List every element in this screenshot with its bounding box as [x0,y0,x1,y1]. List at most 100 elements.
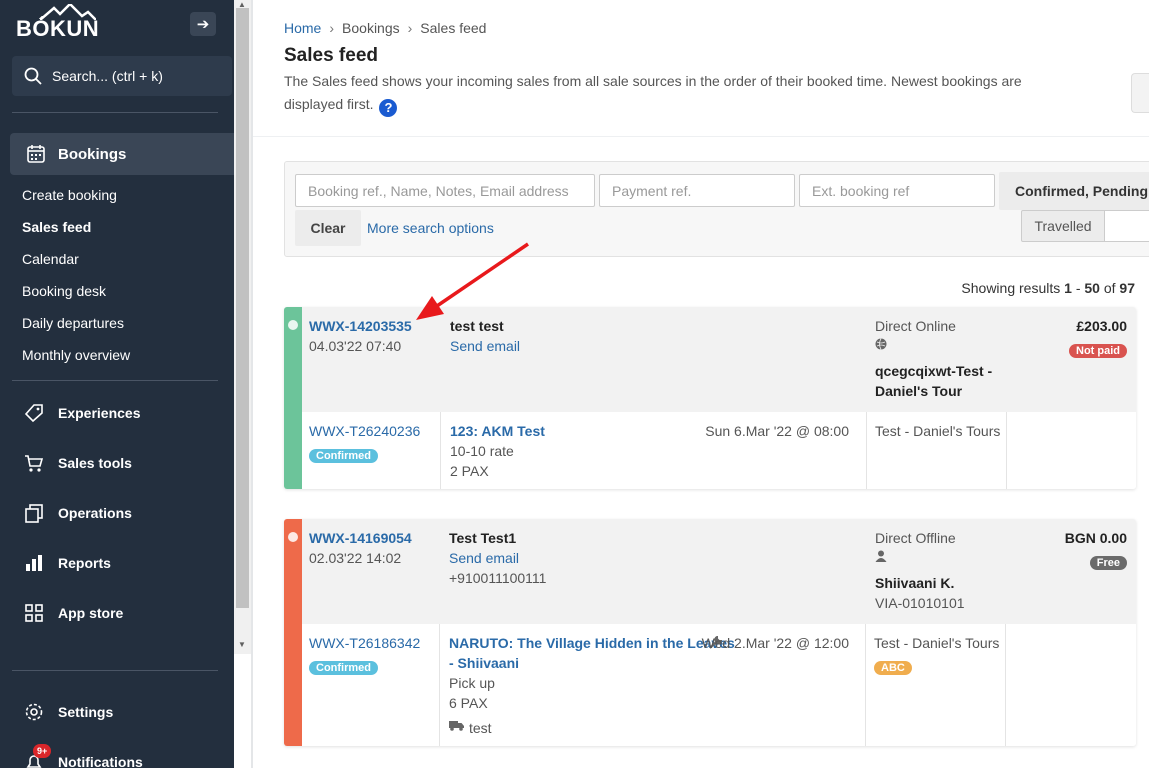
truck-icon [449,721,464,731]
booking-summary: WWX-14203535 04.03'22 07:40 test test Se… [302,307,1136,412]
scrollbar-thumb[interactable] [236,8,249,608]
booking-date: 04.03'22 07:40 [309,338,402,354]
divider [12,670,218,671]
send-email-link[interactable]: Send email [450,338,520,354]
pax-count: 6 PAX [449,695,488,711]
nav-item-experiences[interactable]: Experiences [24,403,141,423]
item-status-badge: Confirmed [309,449,378,463]
supplier-name: Test - Daniel's Tours [875,423,1001,439]
sidebar-item-sales-feed[interactable]: Sales feed [22,219,91,235]
results-count: Showing results 1 - 50 of 97 [961,280,1135,296]
sidebar-item-daily-departures[interactable]: Daily departures [22,315,124,331]
user-status-icon [288,532,298,542]
nav-item-label: Reports [58,555,111,571]
product-link-line2[interactable]: - Shiivaani [449,655,519,671]
booking-status-stripe [284,519,302,746]
breadcrumb-separator: › [329,20,335,36]
item-status-badge: Confirmed [309,661,378,675]
breadcrumb-home[interactable]: Home [284,20,321,36]
collapse-sidebar-button[interactable]: ➔ [190,12,216,36]
nav-item-app-store[interactable]: App store [24,603,123,623]
results-of: of [1103,280,1116,296]
nav-item-label: Experiences [58,405,141,421]
filter-panel: Booking ref., Name, Notes, Email address… [284,161,1149,257]
nav-item-bookings[interactable]: Bookings [10,133,234,175]
pickup-label: Pick up [449,675,495,691]
booking-summary: WWX-14169054 02.03'22 14:02 Test Test1 S… [302,519,1136,624]
notifications-badge: 9+ [33,744,52,758]
nav-item-reports[interactable]: Reports [24,553,111,573]
page-description: The Sales feed shows your incoming sales… [284,70,1044,117]
divider [12,380,218,381]
breadcrumb-separator: › [407,20,413,36]
seller-name-line1: qcegcqixwt-Test - [875,363,993,379]
item-ref-link[interactable]: WWX-T26240236 [309,423,420,439]
nav-item-settings[interactable]: Settings [24,702,113,722]
breadcrumb: Home › Bookings › Sales feed [284,20,486,36]
customer-name: test test [450,318,504,334]
breadcrumb-current: Sales feed [420,20,487,36]
item-ref-link[interactable]: WWX-T26186342 [309,635,420,651]
sale-channel: Direct Online [875,318,956,334]
arrow-right-icon: ➔ [196,16,210,33]
sidebar-item-calendar[interactable]: Calendar [22,251,79,267]
sidebar-item-create-booking[interactable]: Create booking [22,187,117,203]
sale-channel: Direct Offline [875,530,956,546]
breadcrumb-bookings[interactable]: Bookings [342,20,400,36]
nav-item-label: Operations [58,505,132,521]
travelled-filter-button[interactable]: Travelled [1021,210,1105,242]
send-email-link[interactable]: Send email [449,550,519,566]
sidebar-scrollbar[interactable]: ▲ ▼ [234,0,251,654]
payment-status-badge: Not paid [1069,344,1127,358]
gear-icon [25,703,43,721]
status-filter-dropdown[interactable]: Confirmed, Pending [999,172,1149,210]
booking-price: £203.00 [1076,318,1127,334]
results-to: 50 [1084,280,1100,296]
web-status-icon [288,320,298,330]
results-from: 1 [1064,280,1072,296]
column-divider [440,412,441,489]
results-total: 97 [1119,280,1135,296]
booking-item-row: WWX-T26240236 Confirmed 123: AKM Test Su… [302,412,1136,489]
page-title: Sales feed [284,45,378,66]
seller-name-line2: Daniel's Tour [875,383,963,399]
nav-item-sales-tools[interactable]: Sales tools [24,453,132,473]
search-icon [24,67,42,85]
payment-status-badge: Free [1089,556,1127,570]
copy-icon [25,504,43,523]
header-action-button[interactable] [1131,73,1149,113]
sidebar-item-booking-desk[interactable]: Booking desk [22,283,106,299]
column-divider [439,624,440,746]
nav-item-label: Settings [58,704,114,720]
product-link[interactable]: 123: AKM Test [450,423,545,439]
clear-button[interactable]: Clear [295,210,361,246]
results-dash: - [1075,280,1081,296]
column-divider [865,624,866,746]
activity-date: Wed 2.Mar '22 @ 12:00 [701,635,849,651]
search-box[interactable]: Search... (ctrl + k) [12,56,232,96]
activity-date: Sun 6.Mar '22 @ 08:00 [705,423,849,439]
help-icon[interactable]: ? [379,98,398,117]
rate-name: 10-10 rate [450,443,514,459]
supplier-name: Test - Daniel's Tours [874,635,1000,651]
product-link[interactable]: NARUTO: The Village Hidden in the Leaves [449,635,735,651]
column-divider [866,412,867,489]
payment-ref-input[interactable]: Payment ref. [599,174,795,207]
bar-chart-icon [26,555,42,571]
booking-ref-link[interactable]: WWX-14203535 [309,318,412,334]
nav-item-operations[interactable]: Operations [24,503,132,523]
sidebar-item-monthly-overview[interactable]: Monthly overview [22,347,130,363]
nav-item-label: Notifications [58,754,143,768]
brand-logo[interactable]: BÓKUN [16,16,99,42]
customer-name: Test Test1 [449,530,517,546]
scroll-down-icon[interactable]: ▼ [238,640,246,649]
ext-booking-ref-input[interactable]: Ext. booking ref [799,174,995,207]
user-icon [875,550,887,562]
calendar-icon [27,145,45,163]
seller-name-line1: Shiivaani K. [875,575,955,591]
more-search-options-link[interactable]: More search options [367,220,494,236]
booking-ref-link[interactable]: WWX-14169054 [309,530,412,546]
date-filter-input[interactable] [1104,210,1149,242]
booking-ref-input[interactable]: Booking ref., Name, Notes, Email address [295,174,595,207]
page-header: Home › Bookings › Sales feed Sales feed The … [253,0,1149,137]
